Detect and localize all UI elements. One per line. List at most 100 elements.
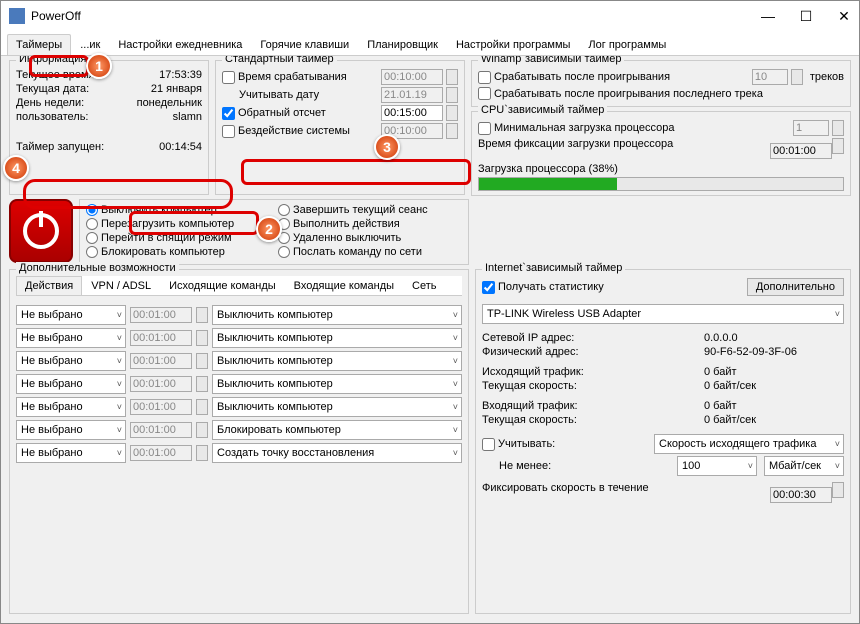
maximize-button[interactable]: ☐ [799,8,813,25]
more-button[interactable]: Дополнительно [747,278,844,296]
cpu-progress-fill [479,178,617,190]
action-type-combo[interactable]: Создать точку восстановления [212,443,462,463]
spinner-icon[interactable] [196,330,208,346]
group-internet: Internet`зависимый таймер Получать стати… [475,269,851,614]
check-countdown: Обратный отсчет00:15:00 [222,105,458,121]
atleast-combo[interactable]: 100 [677,456,757,476]
spinner-icon[interactable] [832,138,844,154]
spinner-icon[interactable] [196,307,208,323]
adapter-combo[interactable]: TP-LINK Wireless USB Adapter [482,304,844,324]
tab-daily[interactable]: Настройки ежедневника [109,34,251,55]
radio-lock: Блокировать компьютер [86,246,270,258]
action-type-combo[interactable]: Выключить компьютер [212,305,462,325]
check-get-stats: Получать статистикуДополнительно [482,278,844,296]
action-combo[interactable]: Не выбрано [16,328,126,348]
radio-shutdown: Выключить компьютер [86,204,270,216]
action-combo[interactable]: Не выбрано [16,443,126,463]
check-after-last: Срабатывать после проигрывания последнег… [478,87,844,100]
tab-settings[interactable]: Настройки программы [447,34,579,55]
action-combo[interactable]: Не выбрано [16,397,126,417]
spinner-icon[interactable] [446,69,458,85]
cpu-progress [478,177,844,191]
tab-timers[interactable]: Таймеры [7,34,71,55]
tab-hotkeys[interactable]: Горячие клавиши [251,34,358,55]
subtab-actions[interactable]: Действия [16,276,82,295]
spinner-icon[interactable] [791,69,803,85]
action-time[interactable]: 00:01:00 [130,399,192,415]
action-time[interactable]: 00:01:00 [130,353,192,369]
annotation-badge-4: 4 [3,155,29,181]
spinner-icon[interactable] [446,87,458,103]
spinner-icon[interactable] [196,445,208,461]
action-combo[interactable]: Не выбрано [16,305,126,325]
subtabs: Действия VPN / ADSL Исходящие команды Вх… [16,276,462,296]
titlebar: PowerOff — ☐ ✕ [1,1,859,31]
app-icon [9,8,25,24]
action-time[interactable]: 00:01:00 [130,376,192,392]
subtab-out[interactable]: Исходящие команды [160,276,285,295]
spinner-icon[interactable] [196,353,208,369]
subtab-in[interactable]: Входящие команды [285,276,403,295]
group-std-timer: Стандартный таймер Время срабатывания00:… [215,60,465,195]
annotation-badge-2: 2 [256,216,282,242]
cpu-fix-time-row: Время фиксации загрузки процессора00:01:… [478,138,844,159]
spinner-icon[interactable] [196,399,208,415]
action-combo[interactable]: Не выбрано [16,374,126,394]
action-row: Не выбрано00:01:00 Выключить компьютер [16,397,462,417]
action-combo[interactable]: Не выбрано [16,420,126,440]
action-combo[interactable]: Не выбрано [16,351,126,371]
radio-sleep: Перейти в спящий режим [86,232,270,244]
action-type-combo[interactable]: Выключить компьютер [212,397,462,417]
window-title: PowerOff [31,9,761,23]
action-row: Не выбрано00:01:00 Выключить компьютер [16,305,462,325]
action-row: Не выбрано00:01:00 Выключить компьютер [16,328,462,348]
action-row: Не выбрано00:01:00 Создать точку восстано… [16,443,462,463]
group-winamp-title: Winamp`зависимый таймер [478,56,624,65]
action-time[interactable]: 00:01:00 [130,445,192,461]
net-info-row: Входящий трафик:0 байт [482,400,844,412]
minimize-button[interactable]: — [761,8,775,25]
tab-log[interactable]: Лог программы [579,34,675,55]
account-combo[interactable]: Скорость исходящего трафика [654,434,844,454]
group-extra-title: Дополнительные возможности [16,262,179,274]
tab-1[interactable]: ...ик [71,34,109,55]
action-row: Не выбрано00:01:00 Выключить компьютер [16,351,462,371]
net-info-row: Сетевой IP адрес:0.0.0.0 [482,332,844,344]
spinner-icon[interactable] [196,422,208,438]
action-type-combo[interactable]: Выключить компьютер [212,374,462,394]
fix-speed-row: Фиксировать скорость в течение00:00:30 [482,482,844,503]
action-type-combo[interactable]: Выключить компьютер [212,328,462,348]
action-time[interactable]: 00:01:00 [130,307,192,323]
spinner-icon[interactable] [446,123,458,139]
tab-scheduler[interactable]: Планировщик [358,34,447,55]
spinner-icon[interactable] [196,376,208,392]
group-cpu-title: CPU`зависимый таймер [478,104,607,116]
action-type-combo[interactable]: Блокировать компьютер [212,420,462,440]
action-time[interactable]: 00:01:00 [130,422,192,438]
spinner-icon[interactable] [832,482,844,498]
info-row: День недели:понедельник [16,97,202,109]
check-after-play: Срабатывать после проигрывания10треков [478,69,844,85]
subtab-vpn[interactable]: VPN / ADSL [82,276,160,295]
group-cpu: CPU`зависимый таймер Минимальная загрузк… [471,111,851,196]
check-use-date: Учитывать дату21.01.19 [222,87,458,103]
atleast-row: Не менее:100Мбайт/сек [482,456,844,476]
action-type-combo[interactable]: Выключить компьютер [212,351,462,371]
app-window: PowerOff — ☐ ✕ Таймеры ...ик Настройки е… [0,0,860,624]
group-internet-title: Internet`зависимый таймер [482,262,625,274]
net-info-row: Текущая скорость:0 байт/сек [482,414,844,426]
unit-combo[interactable]: Мбайт/сек [764,456,844,476]
subtab-net[interactable]: Сеть [403,276,445,295]
tabs: Таймеры ...ик Настройки ежедневника Горя… [1,31,859,56]
action-row: Не выбрано00:01:00 Выключить компьютер [16,374,462,394]
info-row: Текущая дата:21 января [16,83,202,95]
annotation-badge-3: 3 [374,134,400,160]
spinner-icon[interactable] [446,105,458,121]
net-info-row: Текущая скорость:0 байт/сек [482,380,844,392]
spinner-icon[interactable] [832,120,844,136]
action-time[interactable]: 00:01:00 [130,330,192,346]
check-idle: Бездействие системы00:10:00 [222,123,458,139]
group-std-title: Стандартный таймер [222,56,337,65]
close-button[interactable]: ✕ [837,8,851,25]
group-info: Информация Текущее время:17:53:39 Текуща… [9,60,209,195]
